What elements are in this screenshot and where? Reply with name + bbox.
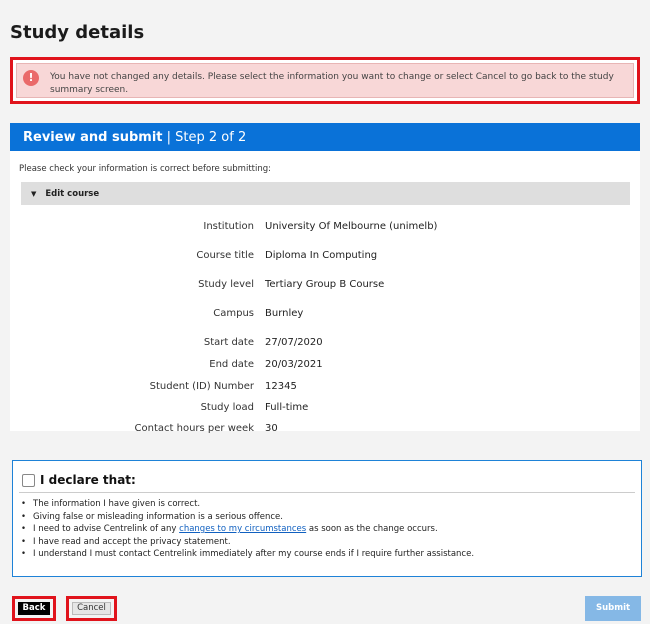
error-alert: ! You have not changed any details. Plea… [16,63,634,98]
detail-label: Course title [196,250,254,261]
declaration-divider [19,492,635,493]
panel-divider: | [166,130,176,145]
changes-to-circumstances-link[interactable]: changes to my circumstances [179,524,306,534]
list-item: I have read and accept the privacy state… [21,536,474,549]
page-title: Study details [10,22,145,43]
detail-value: 27/07/2020 [265,337,323,348]
error-message: You have not changed any details. Please… [50,72,614,95]
edit-course-toggle[interactable]: ▼ Edit course [21,182,630,205]
panel-step: Step 2 of 2 [175,130,247,145]
detail-value: University Of Melbourne (unimelb) [265,221,438,232]
error-alert-outline: ! You have not changed any details. Plea… [10,57,640,104]
back-button[interactable]: Back [18,602,50,615]
declaration-box: I declare that: The information I have g… [12,460,642,577]
detail-label: Contact hours per week [134,423,254,434]
intro-text: Please check your information is correct… [19,164,271,174]
submit-button[interactable]: Submit [585,596,641,621]
detail-label: Student (ID) Number [149,381,254,392]
list-item: The information I have given is correct. [21,498,474,511]
detail-label: Campus [213,308,254,319]
declaration-title: I declare that: [40,473,136,487]
detail-label: End date [209,359,254,370]
list-item: Giving false or misleading information i… [21,511,474,524]
list-item: I understand I must contact Centrelink i… [21,548,474,561]
cancel-button-outline: Cancel [66,596,117,621]
detail-value: 30 [265,423,278,434]
declare-checkbox[interactable] [22,474,35,487]
detail-value: Burnley [265,308,304,319]
list-item-text: I need to advise Centrelink of any [33,524,180,534]
triangle-down-icon: ▼ [31,190,37,198]
list-item: I need to advise Centrelink of any chang… [21,523,474,536]
declaration-list: The information I have given is correct.… [21,498,474,561]
panel-title: Review and submit [23,130,163,145]
review-panel: Review and submit | Step 2 of 2 Please c… [10,123,640,434]
list-item-text: as soon as the change occurs. [306,524,438,534]
detail-label: Study load [200,402,254,413]
exclamation-icon: ! [23,70,39,86]
back-button-outline: Back [12,596,56,621]
detail-label: Study level [198,279,254,290]
detail-label: Start date [203,337,254,348]
detail-value: 20/03/2021 [265,359,323,370]
detail-value: 12345 [265,381,297,392]
edit-course-label: Edit course [45,189,100,199]
panel-header: Review and submit | Step 2 of 2 [10,123,640,151]
detail-label: Institution [203,221,254,232]
detail-value: Tertiary Group B Course [265,279,385,290]
detail-value: Diploma In Computing [265,250,378,261]
cancel-button[interactable]: Cancel [72,602,111,615]
detail-value: Full-time [265,402,309,413]
